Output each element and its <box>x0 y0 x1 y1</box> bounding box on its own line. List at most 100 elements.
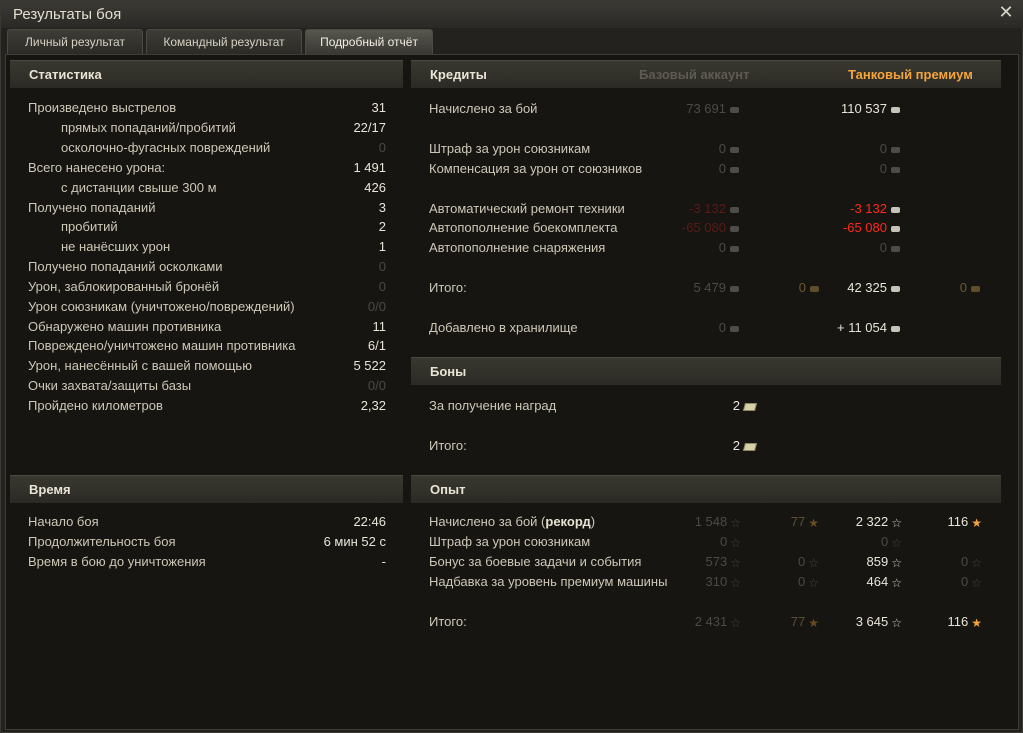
time-row: Продолжительность боя 6 мин 52 с <box>28 533 386 551</box>
credits-icon <box>730 285 739 292</box>
credits-icon <box>730 245 739 252</box>
time-label: Продолжительность боя <box>28 534 176 549</box>
xp-label: Надбавка за уровень премиум машины <box>429 574 668 589</box>
xp-star-icon: ☆ <box>891 515 902 530</box>
value-text: -3 132 <box>689 201 726 216</box>
credit-row: Компенсация за урон от союзников 0 0 <box>429 160 989 178</box>
value-text: + 11 054 <box>836 320 887 335</box>
credit-base-value: 0 <box>719 140 739 158</box>
value-text: 0 <box>881 534 889 549</box>
stat-value: 1 491 <box>353 160 386 175</box>
value-text: 2 <box>732 398 740 413</box>
gold-base-value: 0 <box>799 279 819 297</box>
stat-row: не нанёсших урон 1 <box>28 238 386 256</box>
value-text: 0 <box>961 554 969 569</box>
tab-personal-result[interactable]: Личный результат <box>7 29 143 54</box>
tab-detailed-report[interactable]: Подробный отчёт <box>305 29 433 54</box>
stat-row: Получено попаданий 3 <box>28 199 386 217</box>
credit-premium-value: 0 <box>880 160 900 178</box>
title-bar[interactable]: Результаты боя ✕ <box>1 1 1023 28</box>
xp-star-icon: ☆ <box>730 575 741 590</box>
bond-icon <box>742 442 758 451</box>
time-label: Начало боя <box>28 514 99 529</box>
time-header: Время <box>10 475 403 503</box>
free-xp-premium-value: 116 ★ <box>948 513 983 531</box>
value-text: 0 <box>720 534 728 549</box>
value-text: 2 431 <box>694 614 728 629</box>
credit-row: Добавлено в хранилище 0 + 11 054 <box>429 319 989 337</box>
stat-value: 0 <box>378 279 386 294</box>
statistics-title: Статистика <box>29 67 102 82</box>
stat-label: Пройдено километров <box>28 398 163 413</box>
credits-header: Кредиты Базовый аккаунт Танковый премиум <box>411 60 1001 88</box>
credits-icon <box>730 166 739 173</box>
value-text: 0 <box>879 141 887 156</box>
stat-value: 0/0 <box>367 378 386 393</box>
tab-team-result[interactable]: Командный результат <box>146 29 302 54</box>
close-icon[interactable]: ✕ <box>996 2 1016 22</box>
time-row: Время в бою до уничтожения - <box>28 553 386 571</box>
free-xp-base-value: 0 ☆ <box>798 573 819 591</box>
label-text: Начислено за бой ( <box>429 514 546 529</box>
credits-icon <box>730 325 739 332</box>
stat-value: 2 <box>378 219 386 234</box>
credit-premium-value: 110 537 <box>841 100 900 118</box>
free-xp-icon: ★ <box>971 615 982 630</box>
bond-label: Итого: <box>429 438 467 453</box>
value-text: 464 <box>866 574 889 589</box>
value-text: 73 691 <box>686 101 726 116</box>
stat-label: Получено попаданий <box>28 200 156 215</box>
value-text: -65 080 <box>842 220 887 235</box>
credit-base-value: -3 132 <box>689 200 739 218</box>
credits-icon <box>891 146 900 153</box>
stat-value: 3 <box>378 200 386 215</box>
value-text: 2 <box>732 438 740 453</box>
value-text: 0 <box>879 240 887 255</box>
xp-base-value: 573 ☆ <box>706 553 741 571</box>
stat-row: осколочно-фугасных повреждений 0 <box>28 139 386 157</box>
credit-base-value: 5 479 <box>693 279 739 297</box>
credit-row: Автоматический ремонт техники -3 132 -3 … <box>429 200 989 218</box>
credits-icon <box>730 106 739 113</box>
value-text: 0 <box>718 320 726 335</box>
stat-row: с дистанции свыше 300 м 426 <box>28 179 386 197</box>
time-value: - <box>381 554 386 569</box>
credit-base-value: 0 <box>719 239 739 257</box>
credit-total-row: Итого: 5 479 0 42 325 0 <box>429 279 989 297</box>
stat-value: 2,32 <box>360 398 386 413</box>
credits-icon <box>891 325 900 332</box>
bond-value: 2 <box>732 437 758 455</box>
time-label: Время в бою до уничтожения <box>28 554 206 569</box>
stat-label: Урон, заблокированный бронёй <box>28 279 220 294</box>
gold-icon <box>971 285 980 292</box>
free-xp-icon: ☆ <box>808 575 819 590</box>
bonds-title: Боны <box>430 364 467 379</box>
free-xp-premium-value: 116 ★ <box>948 613 983 631</box>
xp-star-icon: ☆ <box>730 615 741 630</box>
credit-premium-value: 42 325 <box>847 279 900 297</box>
xp-base-value: 2 431 ☆ <box>695 613 741 631</box>
credits-icon <box>891 225 900 232</box>
free-xp-premium-value: 0 ☆ <box>961 573 982 591</box>
experience-header: Опыт <box>411 475 1001 503</box>
value-text: 0 <box>718 141 726 156</box>
value-text: 77 <box>790 614 806 629</box>
free-xp-icon: ☆ <box>808 555 819 570</box>
credit-base-value: 0 <box>719 160 739 178</box>
credits-icon <box>891 206 900 213</box>
stat-label: осколочно-фугасных повреждений <box>61 140 271 155</box>
credits-icon <box>891 245 900 252</box>
statistics-header: Статистика <box>10 60 403 88</box>
xp-label: Бонус за боевые задачи и события <box>429 554 642 569</box>
credit-premium-value: -3 132 <box>850 200 900 218</box>
value-text: 77 <box>790 514 806 529</box>
bond-total-row: Итого: 2 <box>429 437 989 455</box>
xp-total-row: Итого: 2 431 ☆ 77 ★ 3 645 ☆ 116 ★ <box>429 613 989 631</box>
credit-label: Автоматический ремонт техники <box>429 201 625 216</box>
value-text: 0 <box>798 280 806 295</box>
stat-row: Очки захвата/защиты базы 0/0 <box>28 377 386 395</box>
bond-label: За получение наград <box>429 398 557 413</box>
value-text: -65 080 <box>681 220 726 235</box>
value-text: 2 322 <box>855 514 889 529</box>
stat-label: Обнаружено машин противника <box>28 319 222 334</box>
